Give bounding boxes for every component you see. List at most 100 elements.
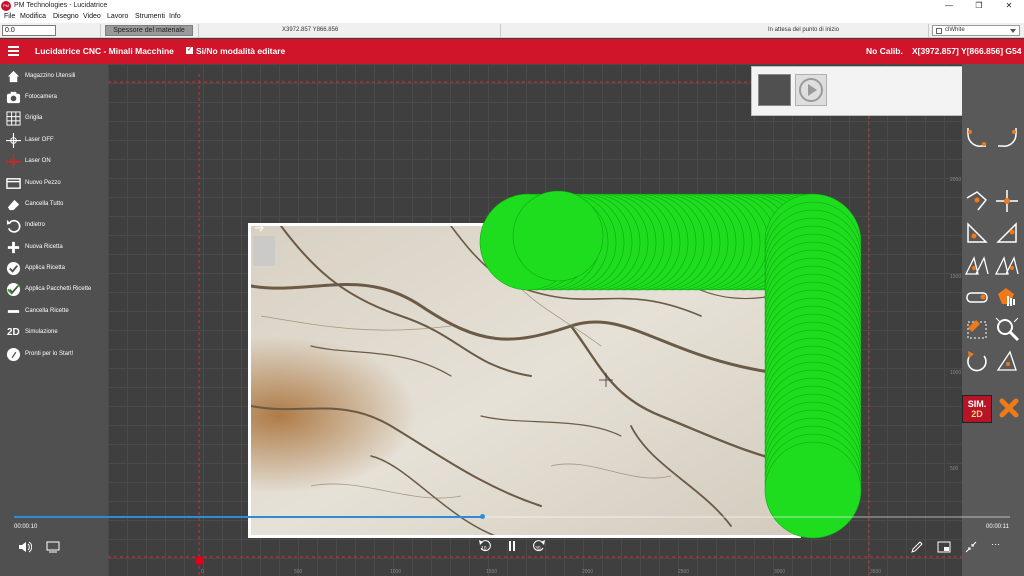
triangle-mirror-tool-icon[interactable] — [994, 348, 1020, 374]
menu-strumenti[interactable]: Strumenti — [135, 13, 165, 20]
edit-mode-checkbox[interactable]: ✓ — [186, 47, 193, 54]
sidebar-item-label: Cancella Tutto — [25, 201, 64, 207]
preview-thumbnail[interactable] — [758, 74, 791, 106]
plus-icon — [7, 241, 20, 254]
menu-info[interactable]: Info — [169, 13, 181, 20]
sidebar-item-pronti-start[interactable]: Pronti per lo Start! — [0, 344, 108, 364]
hamburger-menu-icon[interactable] — [8, 46, 19, 56]
skip-forward-button[interactable]: 30 — [532, 539, 546, 553]
cross-tool-icon[interactable] — [994, 188, 1020, 214]
menu-file[interactable]: File — [4, 13, 15, 20]
sim-2d-button[interactable]: SIM. 2D — [962, 395, 992, 423]
elapsed-time: 00:00:10 — [14, 524, 38, 530]
crosshair-icon — [6, 133, 21, 148]
app-header: Lucidatrice CNC - Minali Macchine ✓ Si/N… — [0, 39, 1024, 64]
sidebar-item-fotocamera[interactable]: Fotocamera — [0, 87, 108, 107]
ruler-label-right: 1000 — [950, 370, 962, 376]
ruler-label-bottom: 1000 — [390, 569, 402, 575]
menu-video[interactable]: Video — [83, 13, 101, 20]
camera-icon — [6, 91, 21, 104]
sidebar-item-label: Indietro — [25, 222, 46, 228]
new-piece-icon — [6, 178, 21, 189]
sidebar-item-label: Griglia — [25, 115, 43, 121]
menu-bar: File Modifica Disegno Video Lavoro Strum… — [0, 12, 1024, 23]
sidebar-item-simulazione[interactable]: 2D Simulazione — [0, 322, 108, 342]
sidebar-item-label: Pronti per lo Start! — [25, 351, 74, 357]
material-thickness-label[interactable]: Spessore del materiale — [105, 25, 193, 36]
triangle-edge-tool-icon[interactable] — [964, 220, 990, 246]
maximize-button[interactable]: ❐ — [964, 0, 994, 12]
rocket-icon — [6, 347, 21, 362]
ruler-label-bottom: 0 — [201, 569, 204, 575]
waiting-status: In attesa del punto di inizio — [768, 27, 840, 33]
undo-icon — [6, 219, 21, 233]
play-button[interactable] — [795, 74, 827, 106]
pause-icon[interactable] — [505, 539, 519, 553]
ruler-label-right: 500 — [950, 466, 959, 472]
drawing-canvas[interactable] — [108, 64, 962, 576]
rotate-tool-icon[interactable] — [964, 348, 990, 374]
zoom-icon[interactable] — [994, 316, 1020, 342]
eraser-icon — [7, 199, 20, 211]
selection-tool-icon[interactable] — [964, 316, 990, 342]
ruler-label-bottom: 3000 — [774, 569, 786, 575]
menu-disegno[interactable]: Disegno — [53, 13, 79, 20]
sidebar-item-griglia[interactable]: Griglia — [0, 108, 108, 128]
sidebar-item-applica-ricetta[interactable]: Applica Ricetta — [0, 258, 108, 278]
volume-icon[interactable] — [18, 540, 32, 554]
ruler-label-bottom: 2000 — [582, 569, 594, 575]
minimize-button[interactable]: — — [934, 0, 964, 12]
double-triangle-tool-icon[interactable] — [964, 252, 990, 278]
picture-in-picture-icon[interactable] — [937, 540, 951, 554]
playback-progress-fill — [14, 516, 483, 518]
menu-modifica[interactable]: Modifica — [20, 13, 46, 20]
theme-select[interactable]: clWhite — [932, 25, 1020, 36]
hand-pointer-icon[interactable] — [994, 284, 1020, 310]
status-bar: 0.0 Spessore del materiale X3972.857 Y86… — [0, 23, 1024, 38]
sidebar-item-label: Applica Pacchetti Ricette — [25, 286, 92, 292]
right-toolbar — [962, 64, 1024, 576]
skip-back-label: 10 — [481, 546, 487, 552]
double-triangle-alt-tool-icon[interactable] — [994, 252, 1020, 278]
window-title-bar: PM PM Technologies - Lucidatrice — ❐ ✕ — [0, 0, 1024, 12]
ruler-label-bottom: 2500 — [678, 569, 690, 575]
sidebar: Magazzino Utensili Fotocamera Griglia La… — [0, 64, 108, 576]
arc-corner-tool-icon[interactable] — [964, 124, 990, 150]
calibration-status: No Calib. — [866, 46, 903, 56]
sidebar-item-cancella-ricette[interactable]: Cancella Ricette — [0, 301, 108, 321]
sidebar-item-magazzino-utensili[interactable]: Magazzino Utensili — [0, 66, 108, 86]
captions-icon[interactable] — [46, 540, 60, 554]
close-simulation-icon[interactable] — [998, 397, 1020, 419]
sidebar-item-nuova-ricetta[interactable]: Nuova Ricetta — [0, 237, 108, 257]
more-options-icon[interactable]: ⋯ — [991, 539, 1001, 550]
ruler-label-bottom: 3500 — [870, 569, 882, 575]
playback-progress-bar[interactable] — [14, 514, 1010, 519]
triangle-point-tool-icon[interactable] — [994, 220, 1020, 246]
theme-checkbox[interactable] — [936, 28, 942, 34]
toolpath-circle — [512, 190, 604, 282]
sim-2d-label: 2D — [971, 409, 983, 419]
divider — [500, 24, 501, 37]
window-title: PM Technologies - Lucidatrice — [14, 2, 108, 9]
sidebar-item-laser-on[interactable]: Laser ON — [0, 151, 108, 171]
coordinate-readout: X[3972.857] Y[866.856] G54 — [912, 46, 1022, 56]
sidebar-item-label: Magazzino Utensili — [25, 73, 76, 79]
total-time: 00:00:11 — [986, 524, 1009, 530]
collapse-icon[interactable] — [964, 540, 978, 554]
sidebar-item-nuovo-pezzo[interactable]: Nuovo Pezzo — [0, 173, 108, 193]
minus-icon — [7, 310, 20, 313]
bevel-tool-icon[interactable] — [964, 188, 990, 214]
slot-tool-icon[interactable] — [964, 284, 990, 310]
sidebar-item-cancella-tutto[interactable]: Cancella Tutto — [0, 194, 108, 214]
menu-lavoro[interactable]: Lavoro — [107, 13, 128, 20]
thickness-input[interactable]: 0.0 — [2, 25, 56, 36]
sidebar-item-indietro[interactable]: Indietro — [0, 215, 108, 235]
sidebar-item-applica-pacchetti-ricette[interactable]: Applica Pacchetti Ricette — [0, 279, 108, 299]
edit-mode-label: Si/No modalità editare — [196, 46, 286, 56]
close-window-button[interactable]: ✕ — [994, 0, 1024, 12]
sidebar-item-laser-off[interactable]: Laser OFF — [0, 130, 108, 150]
arc-corner-right-tool-icon[interactable] — [994, 124, 1020, 150]
skip-back-button[interactable]: 10 — [478, 539, 492, 553]
pencil-icon[interactable] — [910, 540, 924, 554]
sidebar-item-label: Laser OFF — [25, 137, 54, 143]
